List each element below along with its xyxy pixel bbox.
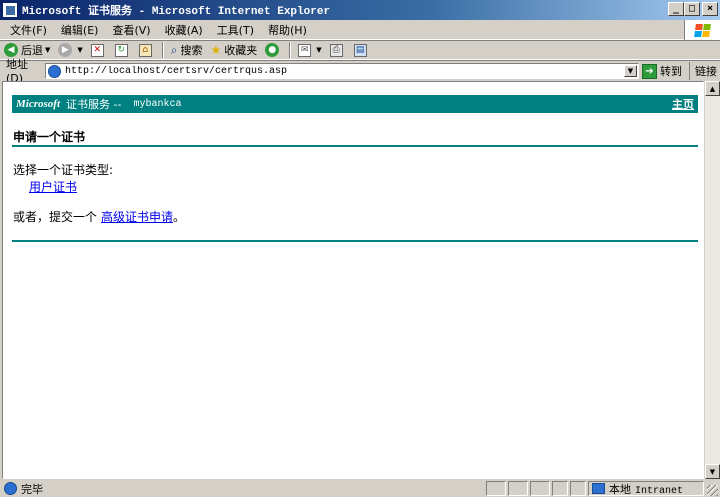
zone-name: Intranet [635, 485, 684, 497]
or-text: 或者，提交一个 [13, 210, 98, 224]
window-controls: _ □ × [668, 2, 718, 16]
done-icon [4, 482, 17, 495]
period: 。 [173, 210, 186, 224]
back-arrow-icon: ◀ [4, 43, 18, 57]
refresh-icon: ↻ [114, 43, 128, 57]
choose-type-label: 选择一个证书类型: [13, 163, 114, 177]
links-label: 链接 [695, 65, 717, 78]
user-certificate-link[interactable]: 用户证书 [29, 178, 77, 195]
resize-grip[interactable] [707, 485, 718, 496]
stop-icon: ✕ [90, 43, 104, 57]
menu-view[interactable]: 查看(V) [105, 22, 157, 38]
page-icon [48, 64, 61, 78]
favorites-label: 收藏夹 [224, 44, 258, 57]
home-icon: ⌂ [138, 43, 152, 57]
address-dropdown-icon[interactable]: ▼ [624, 65, 637, 77]
brand-name: Microsoft [16, 98, 60, 110]
standard-toolbar: ◀ 后退 ▼ ▶ ▼ ✕ ↻ ⌂ ⌕ 搜索 ★ 收藏夹 ● ✉ ▼ ⎙ ▤ [0, 40, 720, 60]
address-bar: 地址(D) ▼ ➔ 转到 链接 [0, 58, 720, 85]
go-button[interactable]: ➔ 转到 [642, 63, 682, 79]
close-button[interactable]: × [702, 2, 718, 16]
toolbar-separator [161, 42, 164, 58]
divider [12, 145, 698, 147]
status-bar: 完毕 本地 Intranet [0, 480, 720, 497]
status-panel [530, 481, 550, 496]
star-icon: ★ [210, 43, 222, 57]
favorites-button[interactable]: ★ 收藏夹 [207, 42, 262, 58]
go-label: 转到 [660, 65, 682, 78]
forward-arrow-icon: ▶ [58, 43, 73, 57]
maximize-button[interactable]: □ [684, 2, 700, 16]
scroll-up-icon[interactable]: ▲ [705, 81, 720, 96]
status-panel [552, 481, 568, 496]
refresh-button[interactable]: ↻ [111, 43, 135, 57]
search-button[interactable]: ⌕ 搜索 [167, 42, 207, 58]
page-content: Microsoft 证书服务 -- mybankca 主页 申请一个证书 选择一… [2, 81, 704, 479]
vertical-scrollbar[interactable]: ▲ ▼ [705, 81, 720, 479]
window-title: Microsoft 证书服务 - Microsoft Internet Expl… [22, 6, 331, 18]
links-button[interactable]: 链接 [689, 62, 717, 80]
media-button[interactable]: ● [261, 43, 286, 57]
home-button[interactable]: ⌂ [135, 43, 159, 57]
mail-button[interactable]: ✉ ▼ [294, 43, 325, 57]
mail-icon: ✉ [298, 43, 312, 57]
service-name: 证书服务 -- [66, 98, 122, 111]
divider [12, 240, 698, 242]
print-button[interactable]: ⎙ [326, 43, 350, 57]
address-input[interactable] [65, 64, 625, 78]
toolbar-separator [289, 42, 292, 58]
menu-edit[interactable]: 编辑(E) [54, 22, 106, 38]
cert-services-header: Microsoft 证书服务 -- mybankca 主页 [12, 95, 698, 113]
print-icon: ⎙ [329, 43, 343, 57]
status-panel [508, 481, 528, 496]
title-bar: Microsoft 证书服务 - Microsoft Internet Expl… [0, 0, 720, 20]
menu-tools[interactable]: 工具(T) [210, 22, 261, 38]
menu-favorites[interactable]: 收藏(A) [158, 22, 210, 38]
security-zone[interactable]: 本地 Intranet [588, 481, 704, 497]
search-icon: ⌕ [170, 42, 178, 57]
advanced-request-line: 或者，提交一个 高级证书申请。 [13, 208, 185, 225]
ca-name: mybankca [133, 98, 182, 110]
mail-dropdown-icon[interactable]: ▼ [316, 46, 321, 54]
status-text: 完毕 [21, 482, 43, 496]
go-arrow-icon: ➔ [642, 63, 657, 79]
messenger-button[interactable]: ▤ [350, 43, 374, 57]
messenger-icon: ▤ [353, 43, 367, 57]
back-dropdown-icon[interactable]: ▼ [45, 46, 50, 54]
menu-help[interactable]: 帮助(H) [261, 22, 314, 38]
scroll-down-icon[interactable]: ▼ [705, 464, 720, 479]
media-icon: ● [265, 43, 280, 57]
search-label: 搜索 [180, 44, 203, 57]
windows-logo-icon [684, 20, 720, 40]
status-panel [570, 481, 586, 496]
address-field[interactable]: ▼ [45, 63, 639, 79]
menu-bar: 文件(F) 编辑(E) 查看(V) 收藏(A) 工具(T) 帮助(H) [0, 20, 720, 40]
forward-dropdown-icon[interactable]: ▼ [77, 46, 82, 54]
advanced-request-link[interactable]: 高级证书申请 [101, 210, 173, 224]
page-title: 申请一个证书 [13, 130, 86, 144]
home-link[interactable]: 主页 [672, 96, 694, 112]
status-panel [486, 481, 506, 496]
menu-file[interactable]: 文件(F) [0, 22, 54, 38]
ie-window-icon[interactable] [2, 2, 18, 18]
stop-button[interactable]: ✕ [87, 43, 111, 57]
minimize-button[interactable]: _ [668, 2, 684, 16]
zone-prefix: 本地 [609, 482, 631, 496]
forward-button[interactable]: ▶ ▼ [54, 43, 86, 57]
intranet-zone-icon [592, 483, 605, 494]
